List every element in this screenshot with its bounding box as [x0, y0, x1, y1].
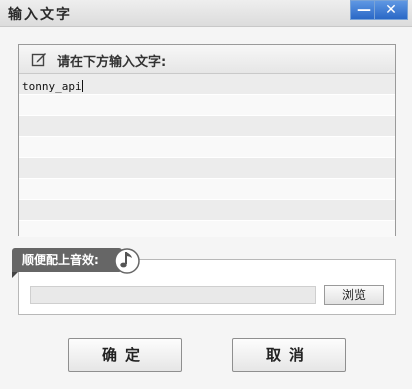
- text-line: [19, 221, 395, 237]
- typed-text: tonny_api: [22, 80, 82, 93]
- text-line: [19, 137, 395, 158]
- text-line: [19, 179, 395, 200]
- text-input-area[interactable]: tonny_api: [19, 74, 395, 237]
- text-panel-label: 请在下方输入文字:: [57, 55, 167, 70]
- sound-panel-label: 顺便配上音效:: [12, 248, 122, 278]
- text-cursor: [81, 80, 83, 92]
- text-panel-header: 请在下方输入文字:: [19, 45, 395, 74]
- text-line: [19, 158, 395, 179]
- text-line: [19, 200, 395, 221]
- edit-icon: [31, 53, 46, 67]
- typed-text-row: tonny_api: [22, 80, 83, 93]
- browse-button[interactable]: 浏览: [324, 285, 384, 305]
- sound-file-field[interactable]: [30, 286, 316, 304]
- close-button[interactable]: ✕: [374, 0, 408, 20]
- window-title: 输入文字: [8, 7, 72, 23]
- text-line: [19, 95, 395, 116]
- text-line: [19, 116, 395, 137]
- text-input-panel: 请在下方输入文字: tonny_api: [18, 44, 396, 237]
- music-note-icon: [114, 248, 140, 274]
- title-bar: 输入文字 — ✕: [0, 0, 412, 27]
- ok-button[interactable]: 确定: [68, 338, 182, 372]
- cancel-button[interactable]: 取消: [232, 338, 346, 372]
